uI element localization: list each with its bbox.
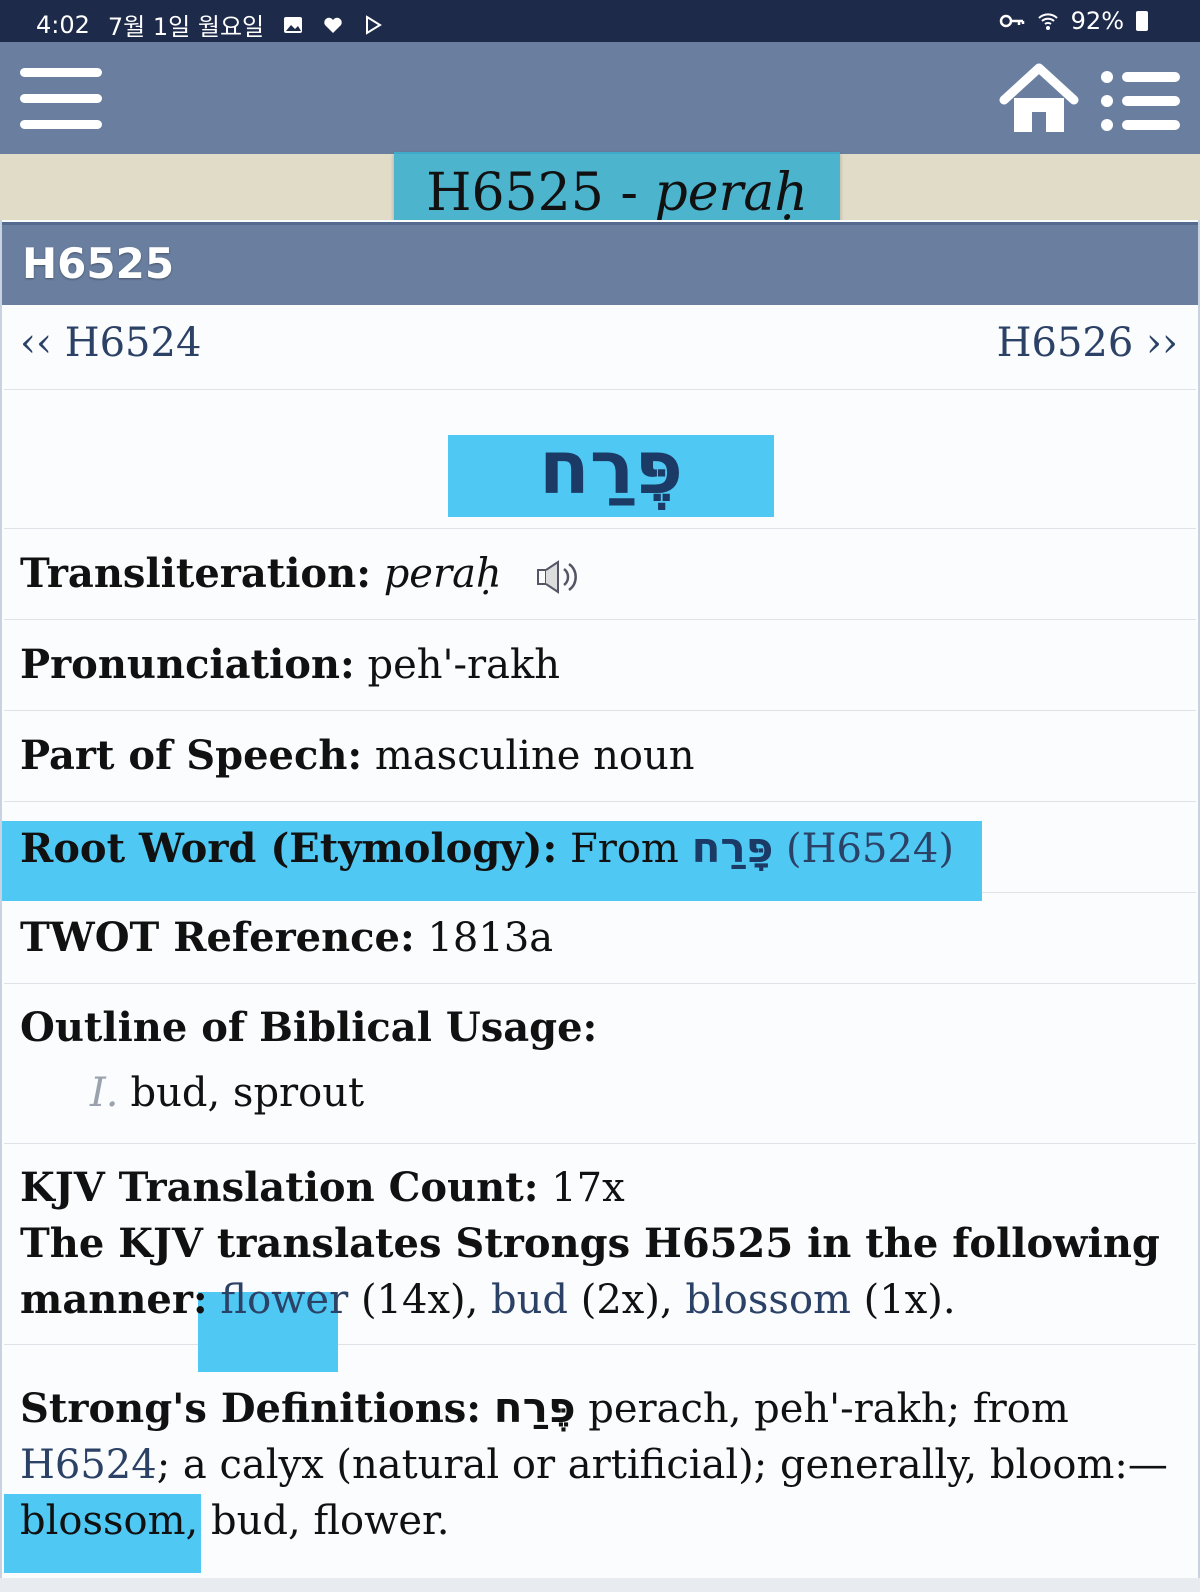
kjv-field: KJV Translation Count: 17x The KJV trans… (20, 1160, 1180, 1328)
status-time: 4:02 (36, 10, 90, 39)
root-word-field: Root Word (Etymology): From פָּרַח (H652… (20, 823, 954, 872)
play-store-icon (366, 14, 383, 35)
root-word-ref[interactable]: (H6524) (786, 826, 954, 872)
page-title: H6525 - peraḥ (394, 158, 840, 228)
status-date: 7월 1일 월요일 (107, 13, 265, 41)
home-icon[interactable] (998, 62, 1080, 136)
strongs-link[interactable]: H6524 (20, 1442, 157, 1488)
kjv-translation-count: (2x), (580, 1277, 673, 1323)
kjv-translation-count: (1x). (863, 1277, 956, 1323)
pronunciation-value: peh'-rakh (367, 642, 560, 688)
strongs-text: perach, peh'-rakh; from (588, 1386, 1069, 1432)
root-word-from: From (569, 826, 679, 872)
root-word-hebrew[interactable]: פָּרַח (692, 823, 774, 872)
kjv-translation-link[interactable]: bud (491, 1277, 568, 1323)
twot-field: TWOT Reference: 1813a (20, 914, 553, 961)
transliteration-value: peraḥ (383, 551, 502, 597)
gallery-icon (284, 16, 303, 33)
kjv-translation-link[interactable]: blossom (685, 1277, 851, 1323)
list-icon[interactable] (1100, 70, 1180, 132)
outline-item-number: I. (90, 1070, 119, 1116)
twot-label: TWOT Reference: (20, 914, 415, 961)
twot-value: 1813a (427, 915, 554, 961)
part-of-speech-field: Part of Speech: masculine noun (20, 732, 694, 779)
entry-header: H6525 (2, 222, 1198, 305)
entry-code: H6525 (22, 239, 175, 288)
pronunciation-field: Pronunciation: peh'-rakh (20, 641, 560, 688)
strongs-field: Strong's Definitions: פֶּרַח perach, peh… (20, 1380, 1190, 1549)
prev-entry-link[interactable]: ‹‹ H6524 (20, 320, 201, 366)
outline-label: Outline of Biblical Usage: (20, 1004, 598, 1051)
transliteration-label: Transliteration: (20, 550, 371, 597)
speaker-icon[interactable] (536, 557, 582, 597)
kjv-translation-count: (14x), (360, 1277, 479, 1323)
hebrew-word: פֶּרַח (538, 425, 684, 511)
root-word-label: Root Word (Etymology): (20, 825, 558, 872)
kjv-count: 17x (551, 1165, 625, 1211)
outline-item-text: bud, sprout (130, 1070, 365, 1116)
heart-check-icon (324, 17, 342, 33)
part-of-speech-value: masculine noun (374, 733, 695, 779)
strongs-text-2: ; a calyx (natural or artificial); gener… (20, 1442, 1168, 1544)
strongs-label: Strong's Definitions: (20, 1385, 482, 1432)
kjv-translation-link[interactable]: flower (220, 1277, 348, 1323)
battery-percent: 92% (1070, 7, 1124, 35)
pronunciation-label: Pronunciation: (20, 641, 355, 688)
app-bar (0, 42, 1200, 154)
wifi-icon (1037, 13, 1058, 30)
title-code: H6525 - (426, 163, 655, 223)
key-icon (999, 14, 1024, 28)
next-entry-link[interactable]: H6526 ›› (997, 320, 1178, 366)
title-word: peraḥ (654, 163, 808, 223)
outline-item: I. bud, sprout (90, 1070, 364, 1116)
hamburger-menu-icon[interactable] (20, 68, 102, 130)
battery-icon (1136, 11, 1148, 31)
status-bar: 4:02 7월 1일 월요일 92% (0, 0, 1200, 42)
kjv-count-label: KJV Translation Count: (20, 1164, 539, 1211)
bottom-strip (0, 1578, 1200, 1592)
part-of-speech-label: Part of Speech: (20, 732, 363, 779)
strongs-hebrew: פֶּרַח (493, 1383, 576, 1432)
nav-row: ‹‹ H6524 H6526 ›› (4, 302, 1196, 390)
transliteration-field: Transliteration: peraḥ (20, 550, 582, 597)
